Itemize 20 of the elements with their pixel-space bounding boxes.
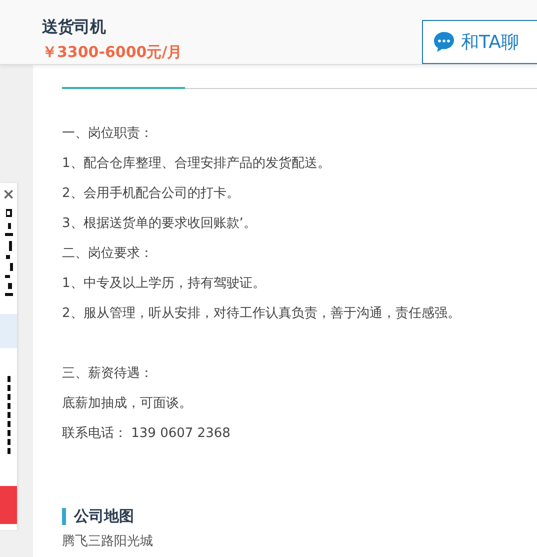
- salary: ￥3300-6000元/月: [42, 43, 182, 62]
- description-line: 1、中专及以上学历，持有驾驶证。: [62, 275, 266, 293]
- description-line: 三、薪资待遇：: [62, 365, 154, 383]
- section-heading: 公司地图: [74, 507, 134, 526]
- side-tab[interactable]: [0, 486, 17, 524]
- description-line: 1、配合仓库整理、合理安排产品的发货配送。: [62, 155, 332, 173]
- company-address: 腾飞三路阳光城: [62, 533, 154, 550]
- description-line: 一、岗位职责：: [62, 125, 154, 143]
- close-button[interactable]: ×: [2, 185, 15, 203]
- job-title: 送货司机: [42, 17, 107, 38]
- chat-button[interactable]: 和TA聊: [422, 20, 537, 64]
- description-line: 二、岗位要求：: [62, 245, 154, 263]
- description-line: 底薪加抽成，可面谈。: [62, 395, 193, 413]
- heading-bar: [62, 508, 66, 525]
- chat-bubble-icon: [433, 31, 455, 53]
- description-line: 联系电话： 139 0607 2368: [62, 425, 232, 443]
- description-line: 3、根据送货单的要求收回账款’。: [62, 215, 258, 233]
- description-line: 2、服从管理，听从安排，对待工作认真负责，善于沟通，责任感强。: [62, 305, 462, 323]
- dashed-line-icon: [6, 376, 10, 456]
- description-line: 2、会用手机配合公司的打卡。: [62, 185, 240, 203]
